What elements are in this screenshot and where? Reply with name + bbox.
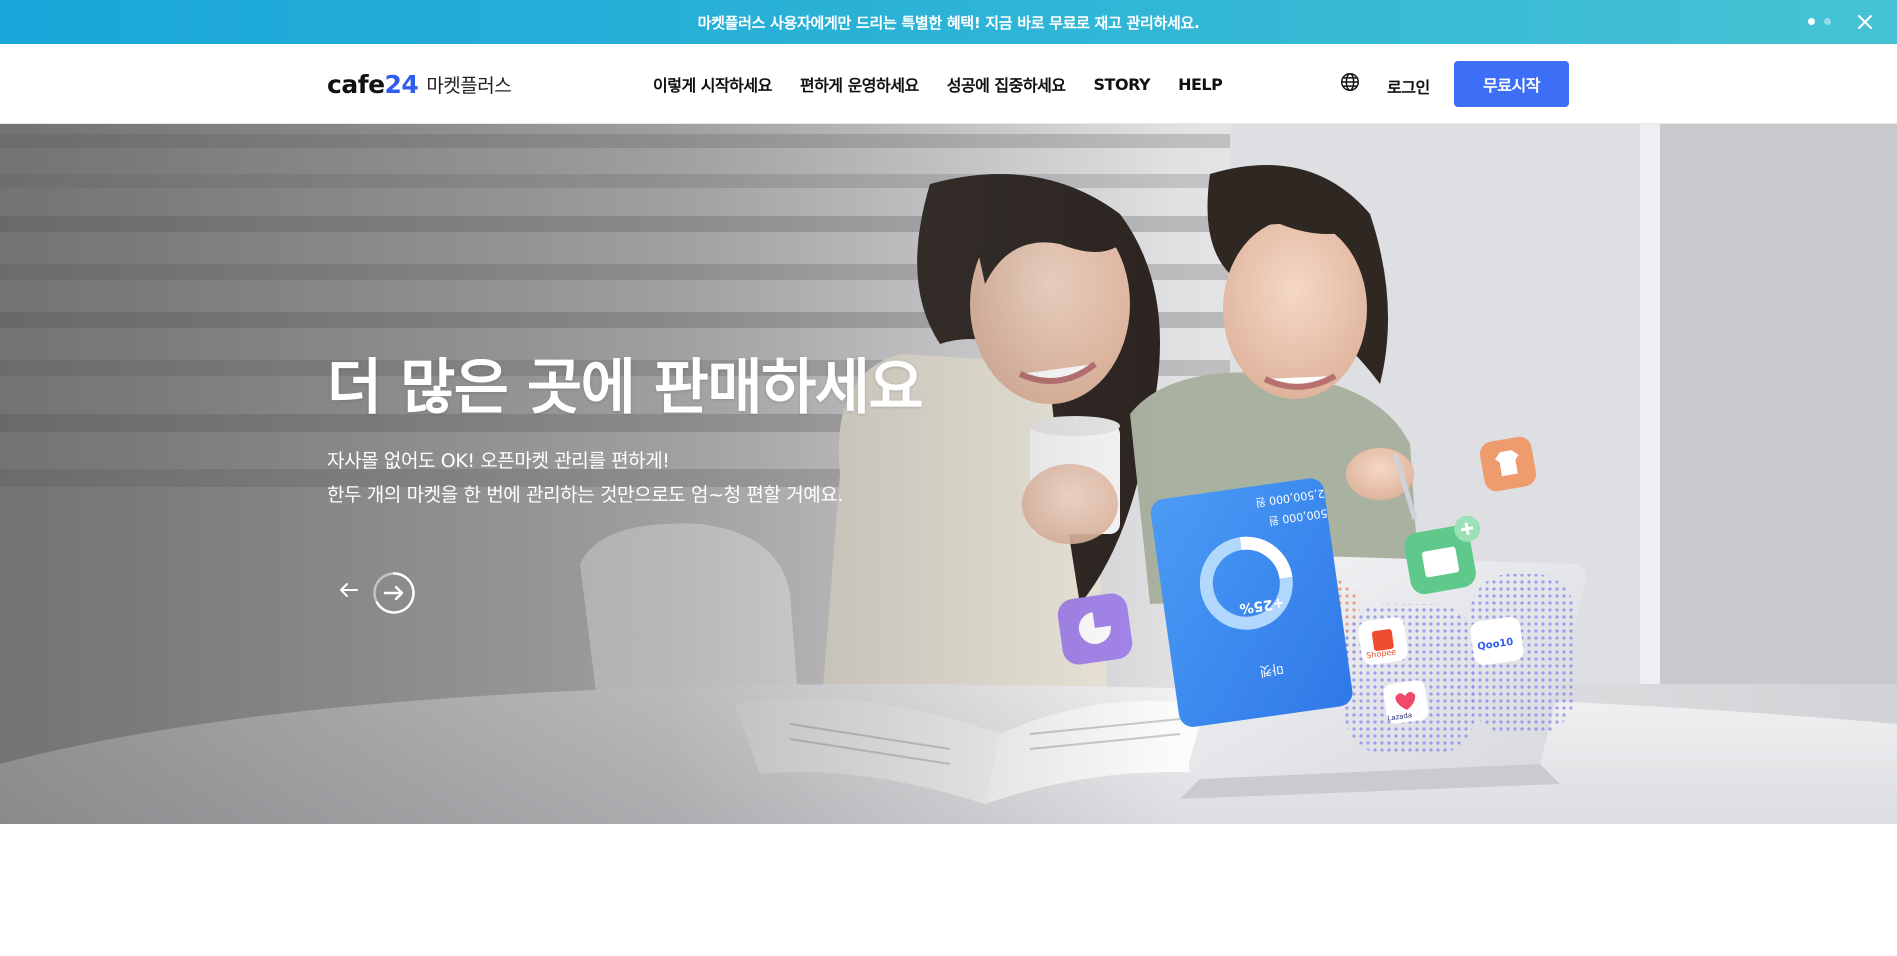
- logo[interactable]: cafe 24 마켓플러스: [327, 69, 512, 99]
- market-badge-labels: Shopee Qoo10 Lazada: [1366, 637, 1514, 723]
- nav-item-operations[interactable]: 편하게 운영하세요: [800, 72, 919, 96]
- hero-title: 더 많은 곳에 판매하세요: [327, 353, 924, 423]
- tablet-growth: +25%: [1238, 594, 1285, 616]
- promo-dot-1[interactable]: [1808, 18, 1815, 25]
- login-link[interactable]: 로그인: [1387, 74, 1430, 98]
- hero-description-line-2: 한두 개의 마켓을 한 번에 관리하는 것만으로도 엄~청 편할 거예요.: [327, 484, 843, 506]
- globe-icon[interactable]: [1339, 71, 1361, 93]
- promo-banner[interactable]: 마켓플러스 사용자에게만 드리는 특별한 혜택! 지금 바로 무료로 재고 관리…: [0, 0, 1897, 44]
- arrow-right-circle-icon[interactable]: [372, 571, 416, 615]
- logo-product-name: 마켓플러스: [426, 74, 512, 97]
- hero-overlay: [0, 124, 1897, 824]
- site-header: cafe 24 마켓플러스 이렇게 시작하세요 편하게 운영하세요 성공에 집중하…: [0, 44, 1897, 124]
- tablet-label: 마켓: [1259, 660, 1285, 678]
- lazada-badge-label: Lazada: [1387, 711, 1413, 722]
- main-nav: 이렇게 시작하세요 편하게 운영하세요 성공에 집중하세요 STORY HELP: [653, 44, 1223, 124]
- logo-brand: cafe: [327, 69, 385, 99]
- hero-section: 마켓 +25% 500,000 원 2,500,000 원 Shopee Qoo…: [0, 124, 1897, 824]
- hero-description: 자사몰 없어도 OK! 오픈마켓 관리를 편하게! 한두 개의 마켓을 한 번에…: [327, 444, 843, 512]
- logo-brand-number: 24: [384, 69, 419, 99]
- shopee-badge-label: Shopee: [1366, 647, 1397, 660]
- tablet-value-1: 500,000 원: [1268, 506, 1328, 527]
- close-icon[interactable]: [1853, 10, 1877, 34]
- qoo10-badge-label: Qoo10: [1477, 637, 1514, 653]
- hero-description-line-1: 자사몰 없어도 OK! 오픈마켓 관리를 편하게!: [327, 450, 670, 472]
- promo-dot-2[interactable]: [1824, 18, 1831, 25]
- tablet-value-2: 2,500,000 원: [1255, 487, 1326, 510]
- nav-item-story[interactable]: STORY: [1094, 75, 1151, 94]
- page-content-area: [0, 824, 1897, 956]
- nav-item-success[interactable]: 성공에 집중하세요: [947, 72, 1066, 96]
- nav-item-help[interactable]: HELP: [1178, 75, 1223, 94]
- nav-item-getting-started[interactable]: 이렇게 시작하세요: [653, 72, 772, 96]
- arrow-left-icon[interactable]: [335, 576, 363, 604]
- free-start-button[interactable]: 무료시작: [1454, 61, 1569, 107]
- tablet-screen-text: 마켓 +25% 500,000 원 2,500,000 원: [1238, 487, 1328, 679]
- promo-text[interactable]: 마켓플러스 사용자에게만 드리는 특별한 혜택! 지금 바로 무료로 재고 관리…: [698, 12, 1200, 33]
- promo-pagination: [1808, 18, 1831, 25]
